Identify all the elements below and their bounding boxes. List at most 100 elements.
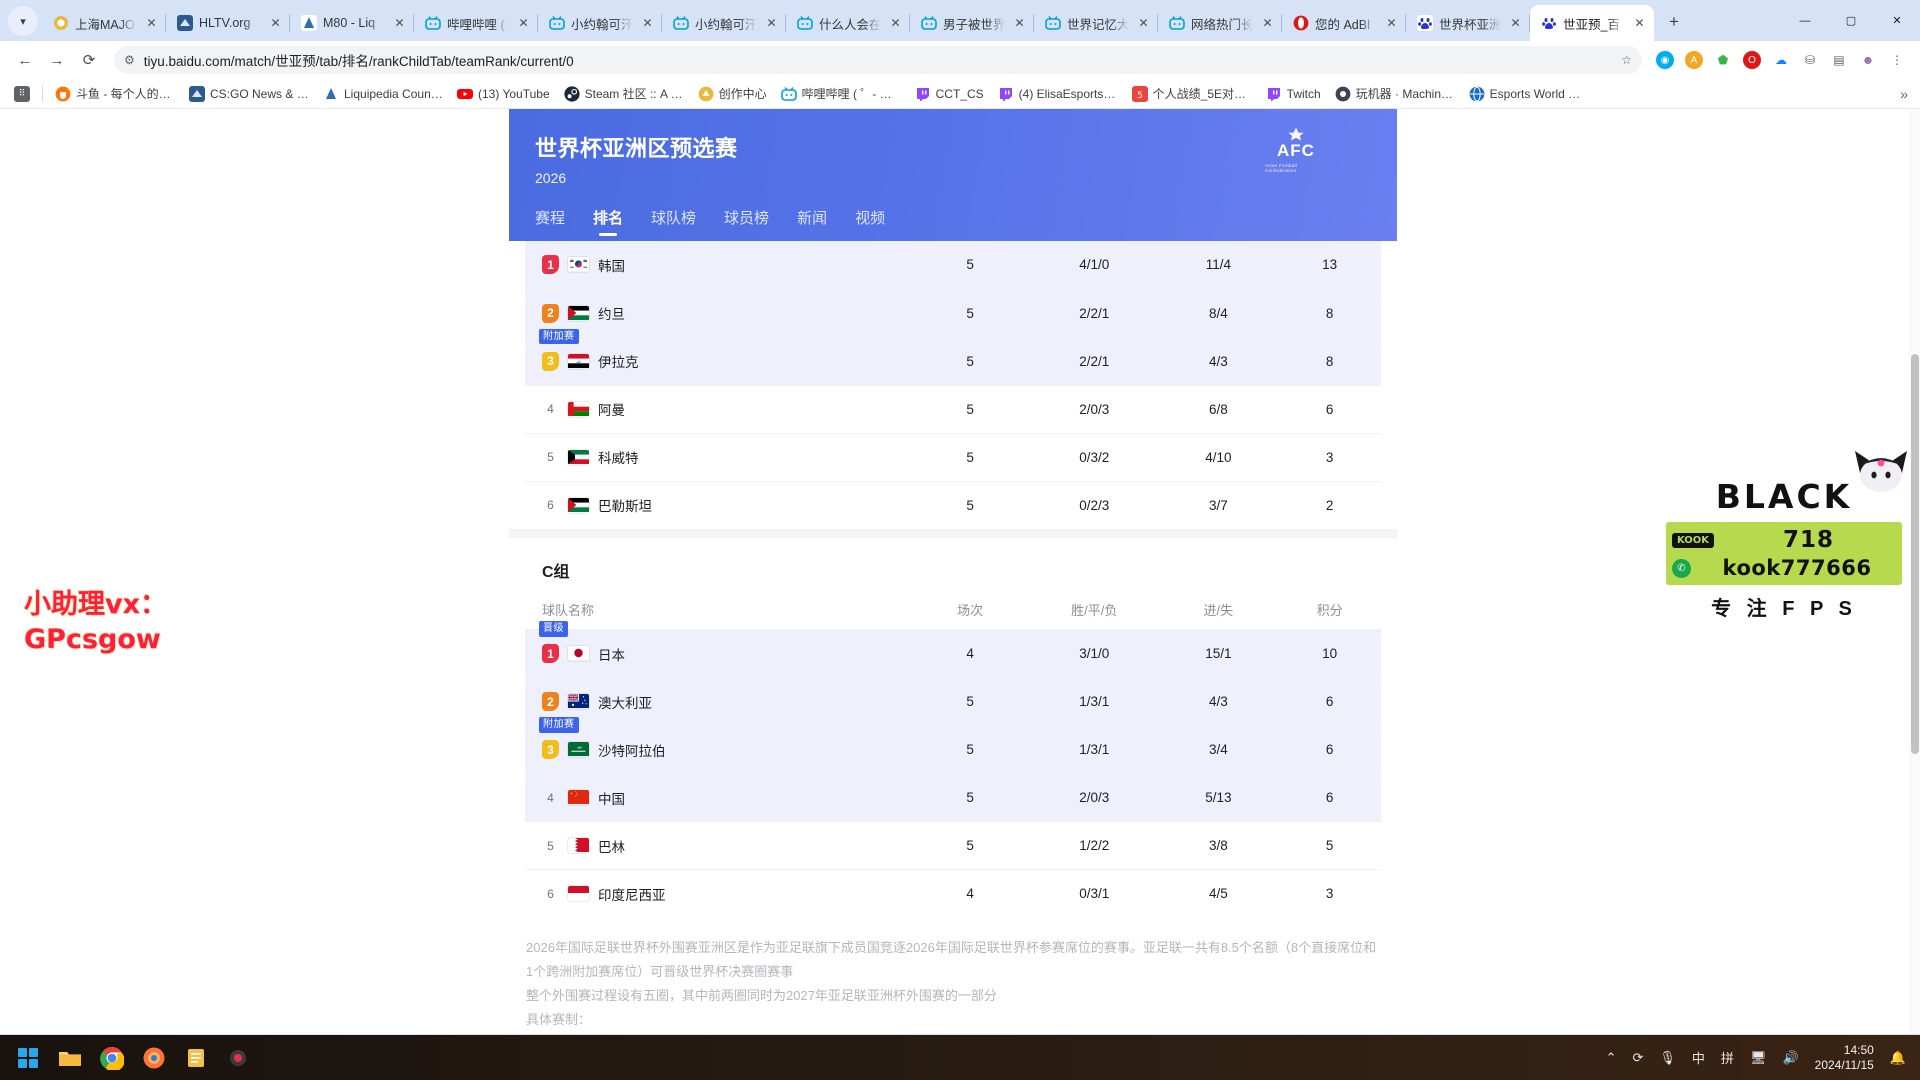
bookmark-item[interactable]: Liquipedia Counte... bbox=[317, 83, 449, 105]
table-row[interactable]: 4 中国 5 2/0/3 5/13 6 bbox=[525, 773, 1381, 822]
new-tab-button[interactable]: + bbox=[1660, 8, 1688, 36]
taskbar-clock[interactable]: 14:50 2024/11/15 bbox=[1815, 1043, 1874, 1073]
team-cell[interactable]: 6 印度尼西亚 bbox=[525, 870, 910, 918]
puzzle-extensions-icon[interactable]: ⛁ bbox=[1797, 47, 1823, 73]
volume-icon[interactable]: 🔊 bbox=[1782, 1050, 1798, 1066]
browser-tab[interactable]: 上海MAJO ✕ bbox=[42, 5, 166, 41]
page-nav-item[interactable]: 新闻 bbox=[797, 207, 827, 234]
browser-tab[interactable]: 网络热门长 ✕ bbox=[1158, 5, 1282, 41]
page-nav-item[interactable]: 视频 bbox=[855, 207, 885, 234]
tab-close-icon[interactable]: ✕ bbox=[1507, 15, 1524, 32]
bookmark-item[interactable]: (4) ElisaEsports - T... bbox=[992, 83, 1124, 105]
page-scrollbar[interactable] bbox=[1909, 109, 1920, 1034]
page-nav-item[interactable]: 赛程 bbox=[535, 207, 565, 234]
bookmark-item[interactable]: Steam 社区 :: A de... bbox=[558, 82, 690, 105]
team-cell[interactable]: 晋级 1 日本 bbox=[525, 621, 911, 678]
page-nav-item[interactable]: 排名 bbox=[593, 207, 623, 234]
team-cell[interactable]: 附加赛 3 ﷲ 沙特阿拉伯 bbox=[525, 717, 911, 774]
team-cell[interactable]: 附加赛 3 الله 伊拉克 bbox=[525, 328, 911, 386]
page-nav-item[interactable]: 球员榜 bbox=[724, 207, 769, 234]
browser-tab[interactable]: 世亚预_百 ✕ bbox=[1530, 5, 1654, 41]
apps-grid-icon[interactable]: ⠿ bbox=[8, 83, 36, 105]
tampermonkey-icon[interactable]: ◉ bbox=[1656, 51, 1674, 69]
bookmark-item[interactable]: Twitch bbox=[1260, 83, 1327, 105]
browser-tab[interactable]: 小约翰可汗 ✕ bbox=[662, 5, 786, 41]
browser-tab[interactable]: 世界杯亚洲 ✕ bbox=[1406, 5, 1530, 41]
tab-close-icon[interactable]: ✕ bbox=[267, 15, 284, 32]
minimize-button[interactable]: — bbox=[1782, 0, 1828, 41]
browser-tab[interactable]: 什么人会在 ✕ bbox=[786, 5, 910, 41]
browser-tab[interactable]: 哔哩哔哩 (✕ bbox=[414, 5, 538, 41]
browser-tab[interactable]: M80 - Liq ✕ bbox=[290, 5, 414, 41]
bookmark-item[interactable]: 斗鱼 - 每个人的直... bbox=[49, 82, 181, 105]
network-icon[interactable]: 🖥 bbox=[1750, 1050, 1767, 1066]
browser-tab[interactable]: 小约翰可汗 ✕ bbox=[538, 5, 662, 41]
ime-chinese-icon[interactable]: 中 bbox=[1692, 1048, 1705, 1067]
tab-close-icon[interactable]: ✕ bbox=[1259, 15, 1276, 32]
notepad-icon[interactable] bbox=[182, 1044, 210, 1072]
tab-search-icon[interactable]: ▾ bbox=[8, 6, 38, 36]
site-settings-icon[interactable]: ⚙ bbox=[124, 53, 135, 67]
browser-tab[interactable]: HLTV.org ✕ bbox=[166, 5, 290, 41]
team-cell[interactable]: 1 韩国 bbox=[525, 241, 911, 290]
ime-pinyin-icon[interactable]: 拼 bbox=[1721, 1048, 1734, 1067]
tab-close-icon[interactable]: ✕ bbox=[1135, 15, 1152, 32]
sync-icon[interactable]: ⟳ bbox=[1632, 1050, 1643, 1066]
shield-extension-icon[interactable]: ⬟ bbox=[1710, 47, 1736, 73]
reload-icon[interactable]: ⟳ bbox=[74, 45, 104, 75]
tab-close-icon[interactable]: ✕ bbox=[515, 15, 532, 32]
address-bar[interactable]: ⚙ tiyu.baidu.com/match/世亚预/tab/排名/rankCh… bbox=[114, 46, 1642, 74]
adguard-icon[interactable]: A bbox=[1685, 51, 1703, 69]
table-row[interactable]: 5 巴林 5 1/2/2 3/8 5 bbox=[525, 821, 1381, 870]
tab-close-icon[interactable]: ✕ bbox=[143, 15, 160, 32]
start-icon[interactable] bbox=[14, 1044, 42, 1072]
page-nav-item[interactable]: 球队榜 bbox=[651, 207, 696, 234]
team-cell[interactable]: 2 约旦 bbox=[525, 289, 911, 338]
browser-tab[interactable]: 世界记忆大 ✕ bbox=[1034, 5, 1158, 41]
chrome-menu-icon[interactable]: ⋮ bbox=[1884, 47, 1910, 73]
back-icon[interactable]: ← bbox=[10, 45, 40, 75]
bluesky-extension-icon[interactable]: ☁ bbox=[1768, 47, 1794, 73]
show-hidden-icons[interactable]: ⌃ bbox=[1606, 1050, 1617, 1066]
profile-avatar-icon[interactable]: ☻ bbox=[1855, 47, 1881, 73]
sidepanel-icon[interactable]: ▤ bbox=[1826, 47, 1852, 73]
table-row[interactable]: 2 澳大利亚 5 1/3/1 4/3 6 bbox=[525, 677, 1381, 726]
table-row[interactable]: 6 印度尼西亚 4 0/3/1 4/5 3 bbox=[525, 870, 1381, 918]
bookmark-star-icon[interactable]: ☆ bbox=[1621, 53, 1632, 67]
firefox-icon[interactable] bbox=[140, 1044, 168, 1072]
file-explorer-icon[interactable] bbox=[56, 1044, 84, 1072]
forward-icon[interactable]: → bbox=[42, 45, 72, 75]
team-cell[interactable]: 6 巴勒斯坦 bbox=[525, 481, 910, 529]
team-cell[interactable]: 4 阿曼 bbox=[525, 385, 911, 434]
table-row[interactable]: 附加赛 3 الله 伊拉克 5 2/2/1 4/3 8 bbox=[525, 328, 1381, 386]
browser-tab[interactable]: 您的 AdBl ✕ bbox=[1282, 5, 1406, 41]
bookmark-item[interactable]: 创作中心 bbox=[692, 82, 773, 105]
table-row[interactable]: 6 巴勒斯坦 5 0/2/3 3/7 2 bbox=[525, 481, 1381, 529]
microphone-icon[interactable]: 🎙 bbox=[1659, 1050, 1676, 1066]
table-row[interactable]: 附加赛 3 ﷲ 沙特阿拉伯 5 1/3/1 3/4 6 bbox=[525, 717, 1381, 774]
bookmark-item[interactable]: CS:GO News & Co... bbox=[183, 83, 315, 105]
bookmark-item[interactable]: Esports World Ra... bbox=[1463, 83, 1595, 105]
table-row[interactable]: 4 阿曼 5 2/0/3 6/8 6 bbox=[525, 385, 1381, 434]
tab-close-icon[interactable]: ✕ bbox=[391, 15, 408, 32]
bookmarks-overflow-icon[interactable]: » bbox=[1900, 86, 1912, 102]
recorder-icon[interactable] bbox=[224, 1044, 252, 1072]
team-cell[interactable]: 4 中国 bbox=[525, 773, 911, 822]
team-cell[interactable]: 5 巴林 bbox=[525, 821, 911, 870]
maximize-button[interactable]: ▢ bbox=[1828, 0, 1874, 41]
bookmark-item[interactable]: 哔哩哔哩 ( ゜- ゜)つ... bbox=[775, 82, 907, 105]
team-cell[interactable]: 5 科威特 bbox=[525, 433, 911, 482]
scrollbar-thumb[interactable] bbox=[1911, 354, 1919, 754]
tab-close-icon[interactable]: ✕ bbox=[639, 15, 656, 32]
chrome-icon[interactable] bbox=[98, 1044, 126, 1072]
bookmark-item[interactable]: 5 个人战绩_5E对战平... bbox=[1126, 82, 1258, 105]
bookmark-item[interactable]: 玩机器 · Machine... bbox=[1329, 82, 1461, 105]
browser-tab[interactable]: 男子被世界 ✕ bbox=[910, 5, 1034, 41]
table-row[interactable]: 2 约旦 5 2/2/1 8/4 8 bbox=[525, 289, 1381, 338]
table-row[interactable]: 1 韩国 5 4/1/0 11/4 13 bbox=[525, 241, 1381, 290]
opera-extension-icon[interactable]: O bbox=[1743, 51, 1761, 69]
tab-close-icon[interactable]: ✕ bbox=[763, 15, 780, 32]
bookmark-item[interactable]: CCT_CS bbox=[909, 83, 990, 105]
table-row[interactable]: 晋级 1 日本 4 3/1/0 15/1 10 bbox=[525, 621, 1381, 678]
tab-close-icon[interactable]: ✕ bbox=[1011, 15, 1028, 32]
